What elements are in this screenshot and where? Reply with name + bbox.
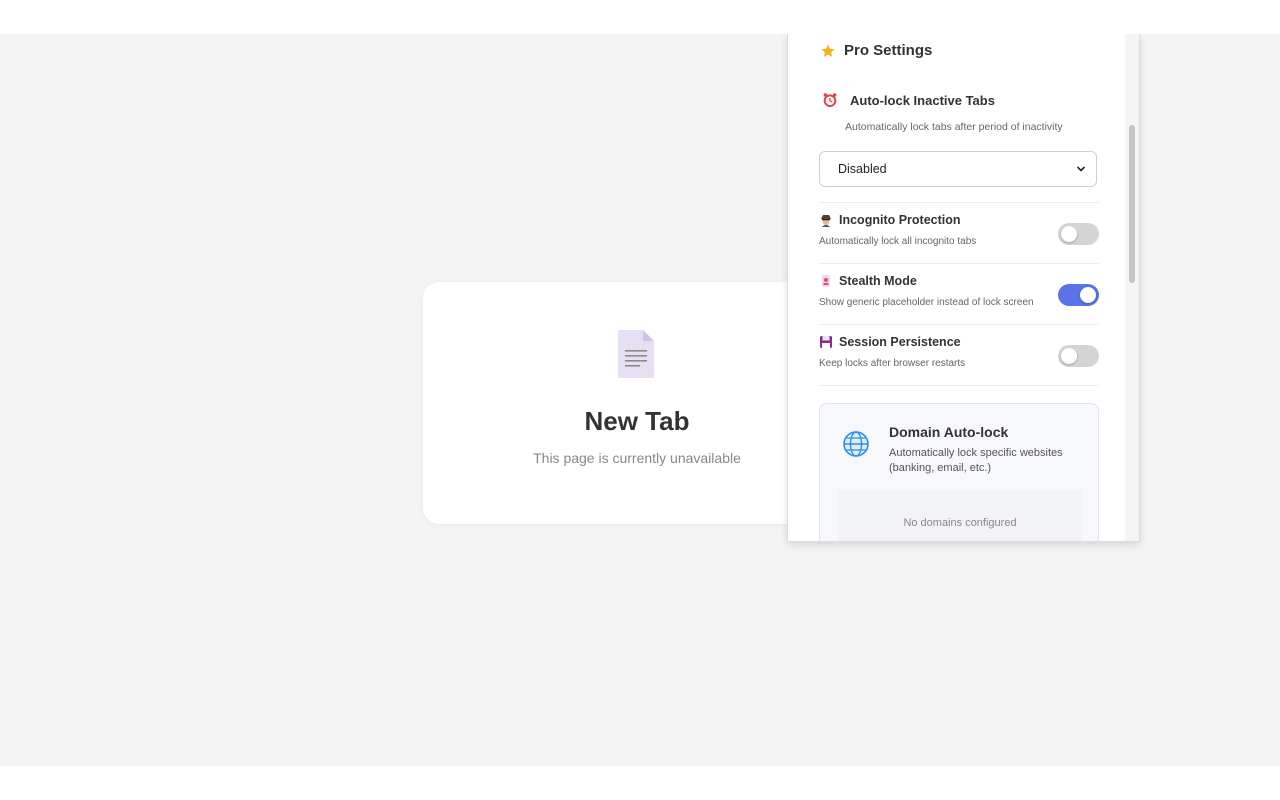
incognito-protection-title: Incognito Protection [839, 213, 961, 227]
session-persistence-label: Session Persistence [819, 335, 961, 349]
extension-popup: Pro Settings Auto-lock Inactive Tabs Aut… [787, 34, 1140, 542]
toggle-knob [1061, 226, 1077, 242]
star-icon [821, 43, 835, 57]
stealth-mode-row: Stealth Mode Show generic placeholder in… [819, 264, 1099, 324]
globe-icon [843, 431, 869, 457]
domain-autolock-description: Automatically lock specific websites (ba… [889, 447, 1063, 474]
pro-settings-title: Pro Settings [844, 42, 933, 59]
divider [819, 385, 1099, 386]
stealth-mode-description: Show generic placeholder instead of lock… [819, 297, 1034, 308]
incognito-protection-description: Automatically lock all incognito tabs [819, 236, 977, 247]
popup-scrollbar-thumb[interactable] [1129, 125, 1135, 283]
session-persistence-description: Keep locks after browser restarts [819, 358, 966, 369]
floppy-disk-icon [820, 336, 832, 348]
domain-list-empty: No domains configured [838, 490, 1082, 541]
domain-autolock-card: Domain Auto-lock Automatically lock spec… [819, 403, 1099, 541]
session-persistence-toggle[interactable] [1058, 345, 1099, 367]
stealth-mode-label: Stealth Mode [819, 274, 917, 288]
session-persistence-row: Session Persistence Keep locks after bro… [819, 325, 1099, 385]
auto-lock-header: Auto-lock Inactive Tabs [822, 92, 995, 108]
alarm-clock-icon [823, 93, 837, 107]
spy-icon [821, 215, 831, 227]
domain-autolock-title: Domain Auto-lock [889, 424, 1009, 440]
auto-lock-select[interactable]: Disabled [819, 151, 1097, 187]
document-icon [618, 330, 654, 378]
session-persistence-title: Session Persistence [839, 335, 961, 349]
toggle-knob [1080, 287, 1096, 303]
auto-lock-title: Auto-lock Inactive Tabs [850, 92, 995, 108]
page-viewport: New Tab This page is currently unavailab… [0, 34, 1280, 766]
toggle-knob [1061, 348, 1077, 364]
auto-lock-description: Automatically lock tabs after period of … [845, 121, 1063, 133]
chevron-down-icon [1076, 166, 1086, 172]
incognito-protection-label: Incognito Protection [819, 213, 961, 227]
incognito-protection-toggle[interactable] [1058, 223, 1099, 245]
auto-lock-select-value: Disabled [838, 162, 887, 176]
pro-settings-header: Pro Settings [820, 42, 932, 59]
incognito-protection-row: Incognito Protection Automatically lock … [819, 203, 1099, 263]
ghost-icon [822, 275, 830, 287]
stealth-mode-toggle[interactable] [1058, 284, 1099, 306]
stealth-mode-title: Stealth Mode [839, 274, 917, 288]
popup-scrollbar[interactable] [1125, 34, 1139, 541]
